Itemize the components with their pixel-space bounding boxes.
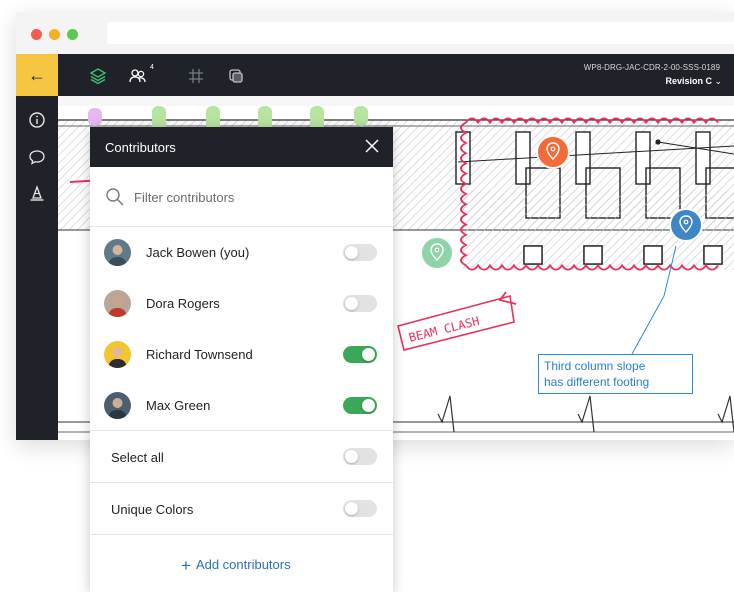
select-all-toggle[interactable] bbox=[343, 448, 377, 465]
callout-line: has different footing bbox=[544, 375, 650, 389]
grid-icon[interactable] bbox=[186, 66, 206, 86]
close-window-dot[interactable] bbox=[31, 29, 42, 40]
toggle-knob bbox=[362, 348, 375, 361]
contributor-name: Max Green bbox=[146, 398, 211, 413]
pin-green[interactable] bbox=[420, 236, 454, 270]
toggle-knob bbox=[362, 399, 375, 412]
contributor-name: Dora Rogers bbox=[146, 296, 220, 311]
avatar bbox=[104, 239, 131, 266]
pin-blue[interactable] bbox=[669, 208, 703, 242]
break-symbol bbox=[577, 395, 595, 433]
contributor-toggle[interactable] bbox=[343, 295, 377, 312]
toggle-knob bbox=[345, 246, 358, 259]
contributor-name: Richard Townsend bbox=[146, 347, 253, 362]
toggle-knob bbox=[345, 450, 358, 463]
left-rail: ← bbox=[16, 54, 58, 440]
close-icon[interactable] bbox=[363, 137, 381, 155]
contributor-row[interactable]: Max Green bbox=[90, 380, 393, 431]
pin-orange[interactable] bbox=[536, 135, 570, 169]
unique-colors-toggle[interactable] bbox=[343, 500, 377, 517]
overlay-icon[interactable] bbox=[226, 66, 246, 86]
break-symbol bbox=[437, 395, 455, 433]
avatar bbox=[104, 290, 131, 317]
plus-icon: + bbox=[181, 556, 191, 575]
contributors-panel: Contributors Jack Bowen (you) bbox=[90, 127, 393, 592]
top-toolbar: 4 WP8-DRG-JAC-CDR-2-00-SSS-0189 Revision… bbox=[58, 54, 734, 96]
drawing-border bbox=[58, 96, 734, 106]
zone-marker bbox=[88, 108, 102, 126]
zone-marker bbox=[354, 106, 368, 126]
panel-header: Contributors bbox=[90, 127, 393, 167]
contributors-count-badge: 4 bbox=[150, 64, 154, 71]
chevron-down-icon[interactable]: ⌄ bbox=[714, 76, 722, 87]
contributor-row[interactable]: Dora Rogers bbox=[90, 278, 393, 329]
filter-contributors-input[interactable] bbox=[134, 187, 374, 207]
add-contributors-row: + Add contributors bbox=[90, 534, 393, 592]
speech-bubble-icon[interactable] bbox=[28, 148, 46, 166]
browser-titlebar bbox=[16, 12, 734, 54]
toggle-knob bbox=[345, 297, 358, 310]
filter-row bbox=[90, 167, 393, 227]
panel-title: Contributors bbox=[105, 140, 176, 155]
minimize-window-dot[interactable] bbox=[49, 29, 60, 40]
people-icon[interactable] bbox=[128, 66, 148, 86]
contributor-row[interactable]: Jack Bowen (you) bbox=[90, 227, 393, 278]
unique-colors-row[interactable]: Unique Colors bbox=[90, 482, 393, 534]
leader-dot bbox=[655, 139, 661, 145]
drawing-id: WP8-DRG-JAC-CDR-2-00-SSS-0189 bbox=[583, 63, 720, 72]
add-contributors-button[interactable]: + Add contributors bbox=[181, 556, 291, 576]
add-contributors-label: Add contributors bbox=[195, 557, 291, 572]
contributor-toggle[interactable] bbox=[343, 346, 377, 363]
avatar bbox=[104, 341, 131, 368]
maximize-window-dot[interactable] bbox=[67, 29, 78, 40]
toggle-knob bbox=[345, 502, 358, 515]
avatar bbox=[104, 392, 131, 419]
note-callout[interactable]: Third column slope has different footing bbox=[538, 354, 693, 394]
layers-icon[interactable] bbox=[88, 66, 108, 86]
info-icon[interactable] bbox=[28, 111, 46, 129]
contributor-row[interactable]: Richard Townsend bbox=[90, 329, 393, 380]
contributor-name: Jack Bowen (you) bbox=[146, 245, 250, 260]
break-symbol bbox=[717, 395, 734, 433]
contributor-toggle[interactable] bbox=[343, 397, 377, 414]
unique-colors-label: Unique Colors bbox=[111, 502, 194, 517]
back-button[interactable]: ← bbox=[16, 54, 58, 96]
select-all-row[interactable]: Select all bbox=[90, 430, 393, 482]
contributor-toggle[interactable] bbox=[343, 244, 377, 261]
arrow-left-icon: ← bbox=[28, 65, 46, 85]
callout-line: Third column slope bbox=[544, 359, 646, 373]
revision-selector[interactable]: Revision C bbox=[665, 76, 712, 86]
page: ← 4 WP8-DRG-JAC-CDR-2-00-SSS-0189 Revisi… bbox=[0, 0, 734, 592]
traffic-cone-icon[interactable] bbox=[28, 185, 46, 203]
address-bar[interactable] bbox=[107, 22, 734, 44]
search-icon bbox=[106, 188, 124, 206]
select-all-label: Select all bbox=[111, 450, 164, 465]
